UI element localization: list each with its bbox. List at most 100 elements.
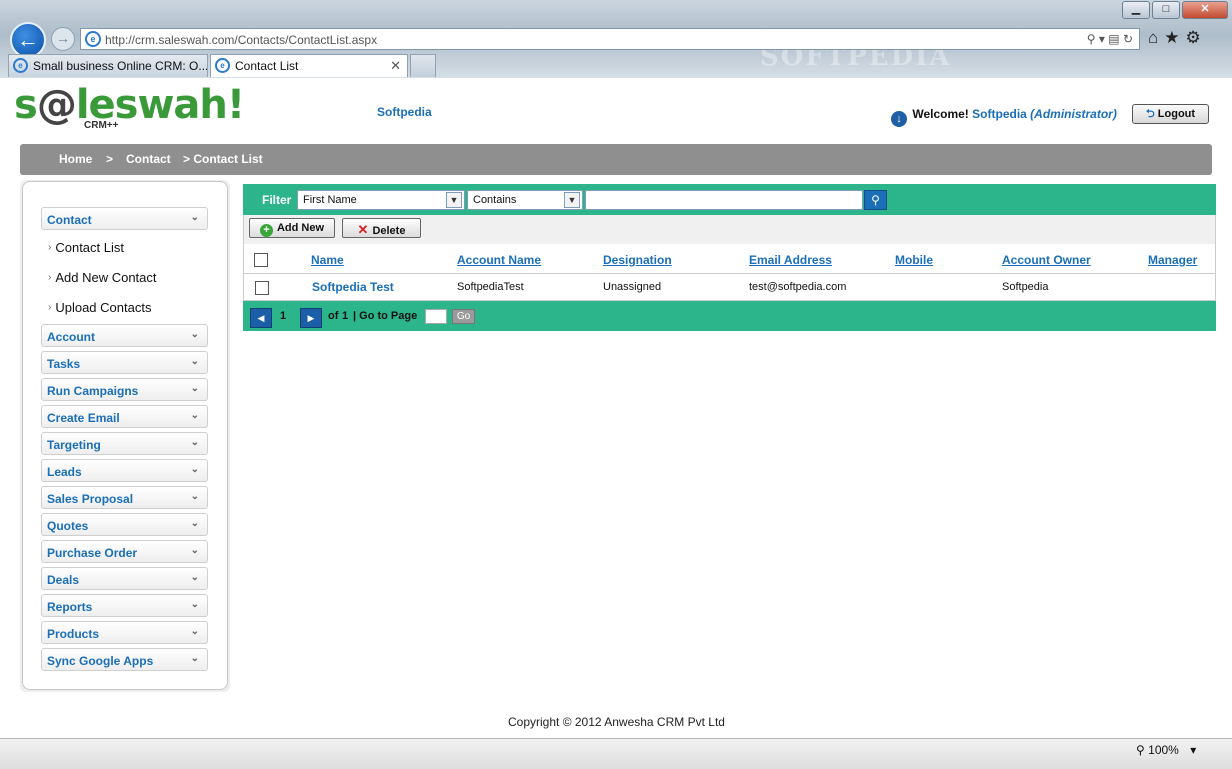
copyright: Copyright © 2012 Anwesha CRM Pvt Ltd xyxy=(508,715,725,729)
new-tab-button[interactable] xyxy=(410,54,436,77)
window-controls: ▁ □ ✕ xyxy=(1122,1,1228,19)
favorites-star-icon[interactable]: ★ xyxy=(1164,28,1185,47)
cell-account-name: SoftpediaTest xyxy=(457,281,524,293)
cell-email: test@softpedia.com xyxy=(749,281,847,293)
search-icon: ⚲ xyxy=(871,193,880,207)
column-header-mobile[interactable]: Mobile xyxy=(895,253,933,267)
contact-name-link[interactable]: Softpedia Test xyxy=(312,280,394,294)
chevron-down-icon: ⌄ xyxy=(190,626,199,637)
breadcrumb-contact[interactable]: Contact xyxy=(126,152,171,166)
sidebar-item-products[interactable]: Products ⌄ xyxy=(41,621,208,644)
sidebar-item-deals[interactable]: Deals ⌄ xyxy=(41,567,208,590)
column-header-account-owner[interactable]: Account Owner xyxy=(1002,253,1091,267)
sidebar-item-run-campaigns[interactable]: Run Campaigns ⌄ xyxy=(41,378,208,401)
cell-account-owner: Softpedia xyxy=(1002,281,1049,293)
chevron-right-icon: › xyxy=(48,302,52,313)
logo-text: s@leswah! xyxy=(14,82,245,128)
next-page-button[interactable]: ▶ xyxy=(300,308,322,328)
zoom-control[interactable]: ⚲ 100% ▾ xyxy=(1136,743,1196,757)
download-icon[interactable]: ↓ xyxy=(891,111,907,127)
close-tab-icon[interactable]: ✕ xyxy=(390,58,401,74)
sidebar-item-purchase-order[interactable]: Purchase Order ⌄ xyxy=(41,540,208,563)
filter-search-button[interactable]: ⚲ xyxy=(864,190,887,210)
zoom-level: 100% xyxy=(1148,743,1179,757)
chevron-down-icon: ⌄ xyxy=(190,329,199,340)
ie-icon: e xyxy=(13,58,28,73)
breadcrumb-separator: > xyxy=(106,152,114,166)
refresh-icon[interactable]: ↻ xyxy=(1123,32,1133,46)
filter-field-select[interactable]: First Name ▼ xyxy=(297,190,465,210)
delete-x-icon: ✕ xyxy=(357,222,369,237)
breadcrumb: Home > Contact > Contact List xyxy=(20,144,1212,175)
sidebar-item-contact[interactable]: Contact ⌄ xyxy=(41,207,208,230)
filter-value-input[interactable] xyxy=(585,190,863,210)
sidebar-item-sales-proposal[interactable]: Sales Proposal ⌄ xyxy=(41,486,208,509)
column-header-email[interactable]: Email Address xyxy=(749,253,832,267)
sidebar-item-account[interactable]: Account ⌄ xyxy=(41,324,208,347)
status-bar xyxy=(0,738,1232,769)
chevron-down-icon: ⌄ xyxy=(190,491,199,502)
home-icon[interactable]: ⌂ xyxy=(1148,28,1164,47)
tab-crm-home[interactable]: e Small business Online CRM: O... xyxy=(8,54,208,77)
address-text: http://crm.saleswah.com/Contacts/Contact… xyxy=(105,33,378,47)
current-page: 1 xyxy=(280,310,287,322)
tab-label: Contact List xyxy=(235,59,299,73)
chevron-down-icon: ⌄ xyxy=(190,383,199,394)
chevron-down-icon: ⌄ xyxy=(190,653,199,664)
triangle-left-icon: ◀ xyxy=(257,313,265,323)
delete-button[interactable]: ✕ Delete xyxy=(342,218,421,238)
chevron-down-icon: ⌄ xyxy=(190,410,199,421)
chevron-down-icon: ⌄ xyxy=(190,518,199,529)
user-role: (Administrator) xyxy=(1030,107,1117,121)
prev-page-button[interactable]: ◀ xyxy=(250,308,272,328)
plus-icon: + xyxy=(259,224,273,237)
logout-icon: ⮌ xyxy=(1145,108,1155,120)
close-window-button[interactable]: ✕ xyxy=(1182,1,1228,19)
organization-name: Softpedia xyxy=(377,105,432,119)
column-header-manager[interactable]: Manager xyxy=(1148,253,1197,267)
sidebar-subitem-upload-contacts[interactable]: › Upload Contacts xyxy=(48,300,151,315)
forward-button[interactable]: → xyxy=(51,27,75,51)
saleswah-logo[interactable]: s@leswah! CRM++ xyxy=(14,82,245,135)
select-all-checkbox[interactable] xyxy=(254,253,268,267)
breadcrumb-home[interactable]: Home xyxy=(59,152,92,166)
column-header-name[interactable]: Name xyxy=(311,253,344,267)
settings-gear-icon[interactable]: ⚙ xyxy=(1186,28,1207,47)
row-checkbox[interactable] xyxy=(255,281,269,295)
logout-button[interactable]: ⮌ Logout xyxy=(1132,104,1209,124)
sidebar-item-tasks[interactable]: Tasks ⌄ xyxy=(41,351,208,374)
zoom-magnifier-icon: ⚲ xyxy=(1136,743,1145,757)
ie-icon: e xyxy=(215,58,230,73)
go-button[interactable]: Go xyxy=(452,309,475,324)
pager-of-label: of xyxy=(328,310,339,322)
sidebar-item-create-email[interactable]: Create Email ⌄ xyxy=(41,405,208,428)
compat-icon[interactable]: ▤ xyxy=(1108,32,1119,46)
sidebar-item-quotes[interactable]: Quotes ⌄ xyxy=(41,513,208,536)
search-icon[interactable]: ⚲ xyxy=(1087,32,1096,46)
username: Softpedia xyxy=(972,107,1027,121)
sidebar-subitem-contact-list[interactable]: › Contact List xyxy=(48,240,124,255)
breadcrumb-current: > Contact List xyxy=(183,152,263,166)
filter-operator-select[interactable]: Contains ▼ xyxy=(467,190,583,210)
sidebar-item-sync-google-apps[interactable]: Sync Google Apps ⌄ xyxy=(41,648,208,671)
tab-contact-list[interactable]: e Contact List ✕ xyxy=(210,54,408,77)
column-header-designation[interactable]: Designation xyxy=(603,253,672,267)
tab-label: Small business Online CRM: O... xyxy=(33,59,208,73)
back-button[interactable]: ← xyxy=(10,22,46,58)
chevron-right-icon: › xyxy=(48,272,52,283)
address-tools: ⚲ ▾ ▤ ↻ xyxy=(1086,32,1133,46)
sidebar-item-reports[interactable]: Reports ⌄ xyxy=(41,594,208,617)
chevron-down-icon: ▼ xyxy=(446,192,462,208)
maximize-button[interactable]: □ xyxy=(1152,1,1180,19)
chevron-right-icon: › xyxy=(48,242,52,253)
goto-page-input[interactable] xyxy=(425,309,447,324)
chevron-down-icon: ⌄ xyxy=(190,212,199,223)
address-bar[interactable]: e http://crm.saleswah.com/Contacts/Conta… xyxy=(80,28,1140,50)
sidebar-subitem-add-new-contact[interactable]: › Add New Contact xyxy=(48,270,157,285)
sidebar-item-leads[interactable]: Leads ⌄ xyxy=(41,459,208,482)
sidebar-item-targeting[interactable]: Targeting ⌄ xyxy=(41,432,208,455)
minimize-button[interactable]: ▁ xyxy=(1122,1,1150,19)
chevron-down-icon: ⌄ xyxy=(190,572,199,583)
column-header-account-name[interactable]: Account Name xyxy=(457,253,541,267)
add-new-button[interactable]: + Add New xyxy=(249,218,335,238)
